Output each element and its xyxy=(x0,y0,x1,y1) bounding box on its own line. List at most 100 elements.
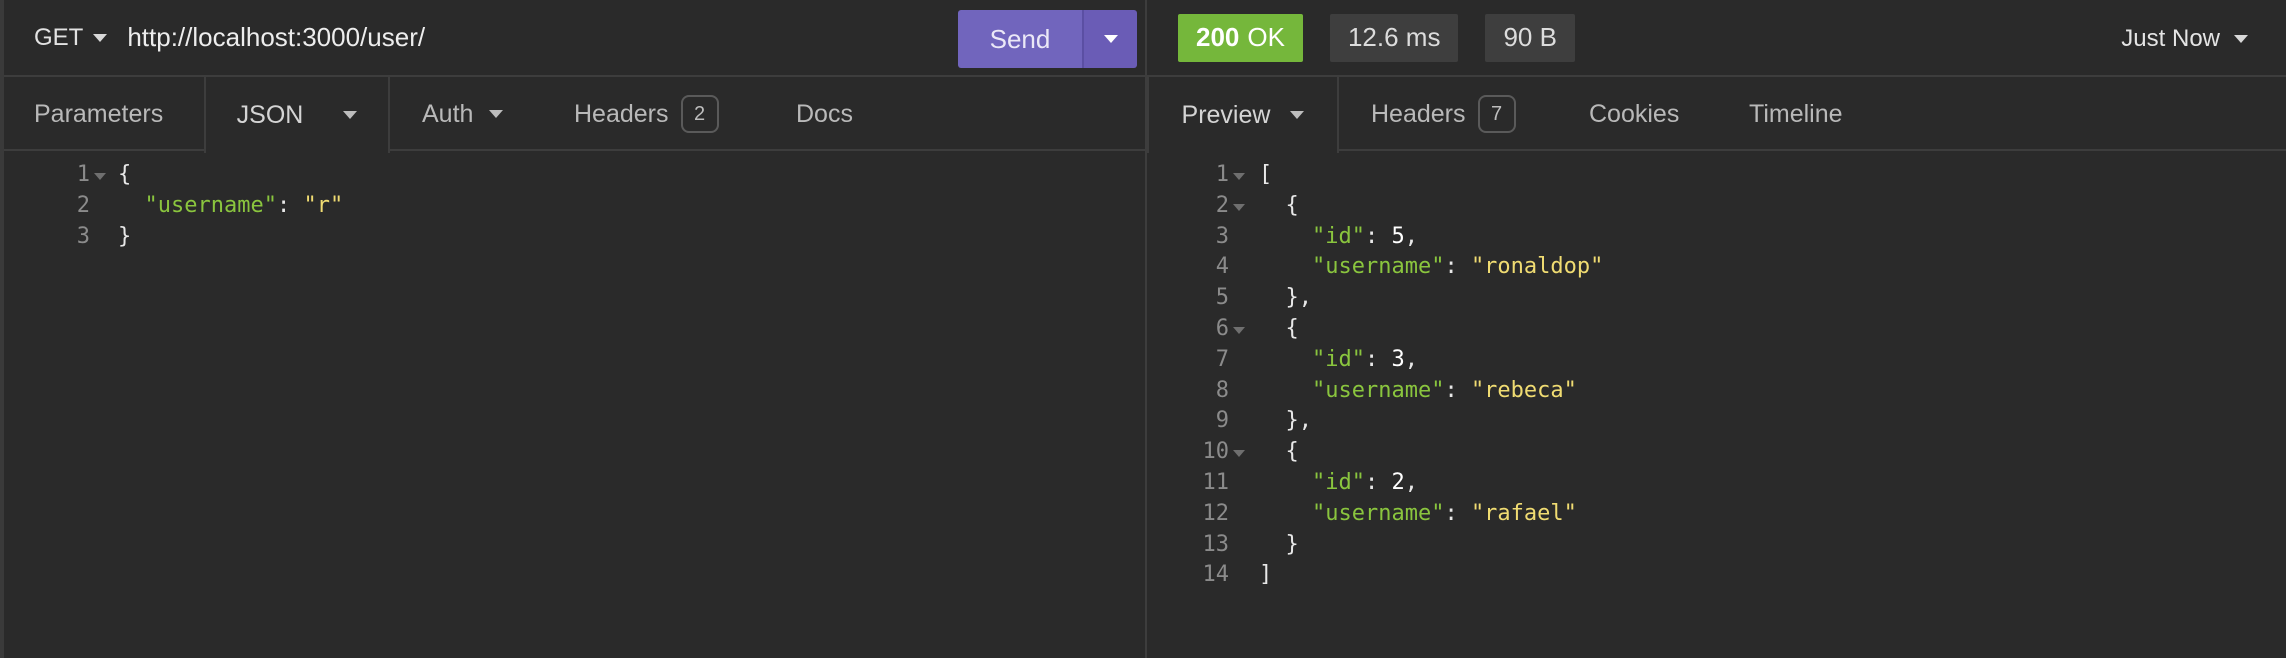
chevron-down-icon xyxy=(343,111,358,119)
send-button[interactable]: Send xyxy=(958,10,1082,68)
history-dropdown[interactable]: Just Now xyxy=(2121,0,2248,77)
json-punctuation: }, xyxy=(1259,408,1312,434)
chevron-down-icon xyxy=(93,33,108,42)
code-text: } xyxy=(1259,530,1299,561)
code-text: "id": 5, xyxy=(1259,222,1418,253)
chevron-down-icon xyxy=(489,110,504,118)
api-client-app: GET http://localhost:3000/user/ Send Par… xyxy=(0,0,2286,658)
line-number: 6 xyxy=(1215,315,1229,341)
code-text: { xyxy=(1259,191,1299,222)
json-number: 3 xyxy=(1391,346,1405,372)
fold-arrow-icon[interactable] xyxy=(1233,326,1245,334)
status-badge: 200 OK xyxy=(1178,13,1303,62)
chevron-down-icon xyxy=(1103,35,1118,43)
json-string: "r" xyxy=(303,192,344,218)
line-number: 8 xyxy=(1215,377,1229,403)
tab-label: Docs xyxy=(796,99,853,128)
json-key: "username" xyxy=(1311,254,1445,280)
code-line: 11 "id": 2, xyxy=(1147,468,2286,499)
line-number: 13 xyxy=(1202,531,1230,557)
code-line: 1[ xyxy=(1147,160,2286,191)
code-line: 10 { xyxy=(1147,437,2286,468)
status-text: OK xyxy=(1247,22,1285,52)
fold-arrow-icon[interactable] xyxy=(1233,203,1245,211)
json-key: "id" xyxy=(1311,469,1365,495)
json-punctuation: } xyxy=(1259,531,1299,557)
tab-label: Preview xyxy=(1181,100,1271,129)
code-text: } xyxy=(118,222,131,253)
line-number: 1 xyxy=(1215,162,1229,187)
json-punctuation: : xyxy=(1444,254,1471,280)
line-number: 7 xyxy=(1215,346,1229,372)
json-key: "id" xyxy=(1311,346,1365,372)
request-url-bar: GET http://localhost:3000/user/ Send xyxy=(4,0,1145,77)
code-line: 7 "id": 3, xyxy=(1147,345,2286,376)
code-text: { xyxy=(1259,437,1298,468)
code-text: }, xyxy=(1259,406,1312,437)
request-body-editor[interactable]: 1{2 "username": "r" 3} xyxy=(4,160,1145,252)
line-number: 2 xyxy=(76,192,90,218)
fold-arrow-icon[interactable] xyxy=(1233,173,1245,180)
line-number: 9 xyxy=(1215,408,1229,434)
tab-auth[interactable]: Auth xyxy=(422,77,504,151)
request-tabs: Parameters JSON Auth Headers 2 Docs xyxy=(4,77,1145,153)
tab-docs[interactable]: Docs xyxy=(796,77,853,151)
tab-json[interactable]: JSON xyxy=(204,77,390,153)
code-line: 1{ xyxy=(4,160,1145,191)
line-number: 12 xyxy=(1202,500,1230,526)
code-line: 4 "username": "ronaldop" xyxy=(1147,252,2286,283)
tab-headers[interactable]: Headers 2 xyxy=(574,77,719,151)
code-text: "username": "rafael" xyxy=(1259,499,1577,530)
header-count-badge: 7 xyxy=(1477,95,1516,133)
fold-arrow-icon[interactable] xyxy=(94,173,106,180)
code-text: "username": "r" xyxy=(118,191,344,222)
json-number: 2 xyxy=(1391,469,1405,495)
json-punctuation: ] xyxy=(1259,562,1273,588)
line-number: 3 xyxy=(76,223,90,249)
code-text: ] xyxy=(1259,560,1272,591)
line-number: 3 xyxy=(1215,223,1229,249)
method-label: GET xyxy=(34,23,84,51)
json-key: "username" xyxy=(1311,500,1445,526)
code-text: { xyxy=(118,160,131,191)
method-selector[interactable]: GET xyxy=(34,23,108,52)
json-punctuation xyxy=(1259,470,1312,495)
history-label: Just Now xyxy=(2121,24,2220,52)
json-punctuation: [ xyxy=(1259,162,1273,187)
code-line: 6 { xyxy=(1147,314,2286,345)
json-punctuation: : xyxy=(1444,377,1471,403)
code-line: 14] xyxy=(1147,560,2286,591)
json-punctuation: , xyxy=(1404,346,1418,372)
code-text: "id": 2, xyxy=(1259,468,1418,499)
send-options-button[interactable] xyxy=(1082,10,1137,68)
code-text: }, xyxy=(1259,283,1312,314)
tab-preview[interactable]: Preview xyxy=(1147,77,1339,153)
json-string: "rebeca" xyxy=(1470,377,1577,403)
json-punctuation: : xyxy=(1364,346,1392,372)
tab-label: Auth xyxy=(422,99,474,128)
response-size-chip: 90 B xyxy=(1485,13,1575,62)
response-body-viewer[interactable]: 1[2 {3 "id": 5, 4 "username": "ronaldop" 5… xyxy=(1147,160,2286,591)
header-count-badge: 2 xyxy=(680,95,719,133)
chevron-down-icon xyxy=(2234,34,2248,43)
json-punctuation: : xyxy=(276,192,304,218)
tab-label: Headers xyxy=(1371,99,1466,128)
code-text: "id": 3, xyxy=(1259,345,1418,376)
tab-response-headers[interactable]: Headers 7 xyxy=(1371,77,1516,151)
line-number: 11 xyxy=(1202,469,1230,495)
code-line: 3} xyxy=(4,222,1145,253)
line-number: 4 xyxy=(1215,254,1229,280)
tab-cookies[interactable]: Cookies xyxy=(1589,77,1679,151)
fold-arrow-icon[interactable] xyxy=(1233,450,1245,458)
json-punctuation: { xyxy=(118,162,132,187)
json-punctuation xyxy=(1259,501,1312,526)
line-number: 1 xyxy=(76,162,90,187)
json-punctuation: { xyxy=(1259,192,1299,218)
json-punctuation: : xyxy=(1364,469,1392,495)
tab-parameters[interactable]: Parameters xyxy=(34,77,163,151)
tab-timeline[interactable]: Timeline xyxy=(1749,77,1843,151)
code-line: 3 "id": 5, xyxy=(1147,222,2286,253)
json-punctuation: }, xyxy=(1259,285,1312,311)
json-string: "rafael" xyxy=(1470,500,1577,526)
tab-label: Headers xyxy=(574,99,669,128)
